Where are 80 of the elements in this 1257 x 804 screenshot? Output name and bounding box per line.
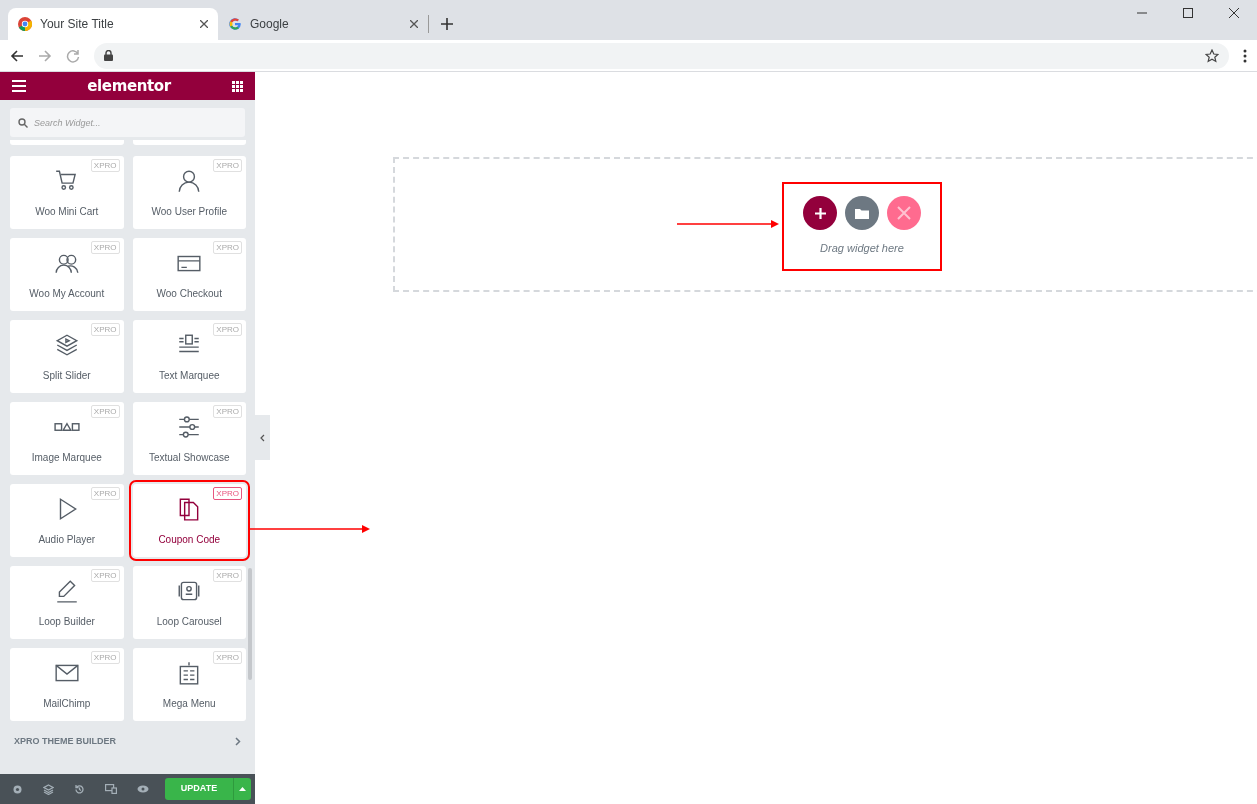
more-icon[interactable]: [1243, 48, 1247, 63]
pro-badge: XPRO: [90, 651, 120, 664]
widget-card[interactable]: XPRO Woo Checkout: [132, 238, 246, 311]
pro-badge: XPRO: [213, 323, 242, 336]
layers-icon: [53, 332, 80, 358]
lock-icon: [104, 50, 113, 61]
close-icon[interactable]: [1229, 8, 1239, 18]
pro-badge: XPRO: [90, 569, 120, 582]
widget-label: Coupon Code: [158, 533, 221, 547]
caret-up-icon: [239, 787, 246, 791]
pro-badge: XPRO: [213, 405, 242, 418]
widget-label: Woo Checkout: [156, 287, 222, 301]
pro-badge: XPRO: [213, 651, 242, 664]
widget-label: Text Marquee: [158, 369, 220, 383]
section-title[interactable]: XPRO THEME BUILDER: [14, 735, 116, 749]
pro-badge: XPRO: [213, 241, 242, 254]
widget-label: Image Marquee: [31, 451, 102, 465]
settings-icon[interactable]: [12, 783, 23, 795]
collapse-handle[interactable]: [255, 415, 270, 460]
widget-card[interactable]: XPRO Loop Builder: [10, 566, 124, 639]
plus-icon: [814, 207, 826, 219]
template-button[interactable]: [845, 196, 879, 230]
widget-label: Mega Menu: [162, 697, 216, 711]
google-g-icon: [228, 17, 242, 31]
widget-card[interactable]: XPRO Textual Showcase: [132, 402, 246, 475]
cross-icon: [897, 206, 911, 220]
widget-label: Loop Builder: [38, 615, 95, 629]
history-icon[interactable]: [74, 783, 85, 795]
xpro-button[interactable]: [887, 196, 921, 230]
publish-options-button[interactable]: [233, 778, 251, 800]
search-icon: [18, 118, 28, 128]
chevron-left-icon: [260, 433, 265, 442]
widget-card[interactable]: XPRO Text Marquee: [132, 320, 246, 393]
maximize-icon[interactable]: [1183, 8, 1193, 18]
pro-badge: XPRO: [213, 159, 242, 172]
widget-label: Loop Carousel: [156, 615, 222, 629]
scrollbar[interactable]: [248, 568, 252, 680]
close-icon[interactable]: [410, 20, 418, 28]
pro-badge: XPRO: [90, 405, 120, 418]
widget-card[interactable]: XPRO Image Marquee: [10, 402, 124, 475]
new-tab-icon[interactable]: [441, 18, 453, 30]
pro-badge: XPRO: [90, 487, 120, 500]
star-icon[interactable]: [1205, 48, 1219, 63]
browser-tab[interactable]: Your Site Title: [8, 8, 218, 40]
widget-label: Woo Mini Cart: [35, 205, 99, 219]
folder-icon: [855, 207, 869, 219]
close-icon[interactable]: [200, 20, 208, 28]
eye-icon[interactable]: [137, 785, 149, 793]
add-button[interactable]: [803, 196, 837, 230]
pro-badge: XPRO: [213, 569, 242, 582]
chevron-right-icon[interactable]: [235, 737, 241, 747]
widget-label: Woo My Account: [29, 287, 105, 301]
layers-icon[interactable]: [43, 783, 54, 795]
widget-card[interactable]: XPRO Audio Player: [10, 484, 124, 557]
widget-label: Woo User Profile: [151, 205, 227, 219]
widget-label: Textual Showcase: [148, 451, 230, 465]
widget-card[interactable]: XPRO Woo My Account: [10, 238, 124, 311]
widget-card[interactable]: XPRO Woo Mini Cart: [10, 156, 124, 229]
apps-grid-icon[interactable]: [232, 80, 243, 92]
widget-label: Audio Player: [38, 533, 96, 547]
browser-logo-icon: [18, 17, 32, 31]
widget-card[interactable]: XPRO Woo User Profile: [132, 156, 246, 229]
back-icon[interactable]: [10, 48, 24, 63]
search-field[interactable]: Search Widget...: [10, 108, 245, 137]
pro-badge: XPRO: [90, 323, 120, 336]
widget-card[interactable]: XPRO Split Slider: [10, 320, 124, 393]
forward-icon[interactable]: [38, 48, 52, 63]
pro-badge: XPRO: [90, 159, 120, 172]
widget-card[interactable]: XPRO Mega Menu: [132, 648, 246, 721]
menu-icon[interactable]: [12, 80, 26, 92]
widget-label: Split Slider: [42, 369, 91, 383]
widget-card[interactable]: XPRO Loop Carousel: [132, 566, 246, 639]
elementor-logo: elementor: [87, 75, 171, 97]
pro-badge: XPRO: [213, 487, 242, 500]
widget-card[interactable]: XPRO MailChimp: [10, 648, 124, 721]
reload-icon[interactable]: [66, 48, 80, 63]
widget-label: MailChimp: [43, 697, 91, 711]
responsive-icon[interactable]: [105, 784, 117, 794]
pro-badge: XPRO: [90, 241, 120, 254]
drop-hint: Drag widget here: [820, 241, 904, 256]
